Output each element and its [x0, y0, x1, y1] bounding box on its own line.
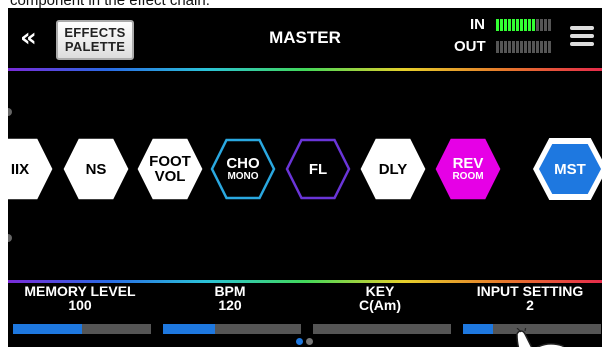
effect-name: NS	[85, 161, 107, 178]
param-value: 100	[68, 297, 92, 313]
page-indicator	[296, 338, 320, 346]
effect-label: NS	[63, 162, 129, 177]
param-value: 120	[218, 297, 242, 313]
param-name: BPM	[214, 283, 246, 299]
effect-name: REV	[452, 155, 484, 172]
param-memory-level[interactable]: MEMORY LEVEL 100	[10, 284, 150, 312]
page-dot[interactable]	[296, 338, 303, 345]
meter-segment	[516, 41, 519, 53]
meter-segment	[528, 19, 531, 31]
effect-name: DLY	[378, 161, 408, 178]
header-divider	[8, 68, 602, 71]
meter-segment	[508, 19, 511, 31]
meter-segment	[524, 41, 527, 53]
effect-label: DLY	[360, 162, 426, 177]
hamburger-menu-icon[interactable]	[570, 26, 594, 50]
param-level-bar[interactable]	[13, 324, 151, 334]
meter-segment	[532, 19, 535, 31]
meter-segment	[500, 41, 503, 53]
param-bpm[interactable]: BPM 120	[160, 284, 300, 312]
meter-segment	[500, 19, 503, 31]
meter-segment	[508, 41, 511, 53]
effect-label: REV ROOM	[435, 156, 501, 182]
touch-hand-icon	[516, 328, 565, 347]
param-input-setting[interactable]: INPUT SETTING 2	[460, 284, 600, 312]
meter-segment	[524, 19, 527, 31]
param-level-bar[interactable]	[313, 324, 451, 334]
meter-segment	[504, 19, 507, 31]
meter-segment	[516, 19, 519, 31]
effect-label: IIX	[8, 162, 53, 177]
meter-segment	[512, 41, 515, 53]
device-screen: « EFFECTS PALETTE MASTER IN OUT IIX NS FOO…	[8, 8, 602, 347]
scroll-hint-dot	[8, 234, 12, 242]
meter-segment	[536, 41, 539, 53]
input-meter-label: IN	[470, 16, 485, 33]
caption-text: component in the effect chain.	[10, 0, 210, 9]
output-meter-label: OUT	[454, 38, 486, 55]
meter-segment	[532, 41, 535, 53]
effect-label: MST	[533, 162, 602, 177]
effect-name: IIX	[10, 161, 30, 178]
meter-segment	[540, 19, 543, 31]
param-name: KEY	[365, 283, 395, 299]
meter-segment	[520, 41, 523, 53]
effect-label: FOOT VOL	[137, 154, 203, 184]
effect-name: CHO	[226, 155, 260, 172]
effect-variant: MONO	[227, 171, 259, 182]
param-name: MEMORY LEVEL	[24, 283, 136, 299]
parameter-bar: MEMORY LEVEL 100 BPM 120 KEY C(Am) INPUT SETTI…	[8, 284, 602, 334]
meter-segment	[544, 41, 547, 53]
effect-label: CHO MONO	[210, 156, 276, 182]
effect-name: FOOT	[149, 153, 191, 170]
param-level-bar[interactable]	[163, 324, 301, 334]
meter-segment	[528, 41, 531, 53]
meter-segment	[496, 19, 499, 31]
param-level-fill	[463, 324, 493, 334]
effect-name: FL	[308, 161, 328, 178]
meter-segment	[504, 41, 507, 53]
meter-segment	[536, 19, 539, 31]
meter-segment	[548, 19, 551, 31]
meter-segment	[540, 41, 543, 53]
param-value: C(Am)	[359, 297, 401, 313]
param-level-fill	[13, 324, 82, 334]
param-level-fill	[163, 324, 215, 334]
meter-segment	[520, 19, 523, 31]
effect-label: FL	[285, 162, 351, 177]
effect-variant: ROOM	[452, 171, 484, 182]
param-key[interactable]: KEY C(Am)	[310, 284, 450, 312]
param-name: INPUT SETTING	[476, 283, 584, 299]
scroll-hint-dot	[8, 108, 12, 116]
page-dot[interactable]	[306, 338, 313, 345]
effect-chain: IIX NS FOOT VOL CHO MONO FL DLY REV ROOM MST	[8, 138, 602, 208]
effect-variant: VOL	[154, 168, 186, 185]
output-level-meter	[496, 41, 556, 53]
input-level-meter	[496, 19, 556, 31]
meter-segment	[544, 19, 547, 31]
meter-segment	[512, 19, 515, 31]
meter-segment	[548, 41, 551, 53]
effect-name: MST	[554, 161, 586, 178]
param-value: 2	[526, 297, 534, 313]
meter-segment	[496, 41, 499, 53]
